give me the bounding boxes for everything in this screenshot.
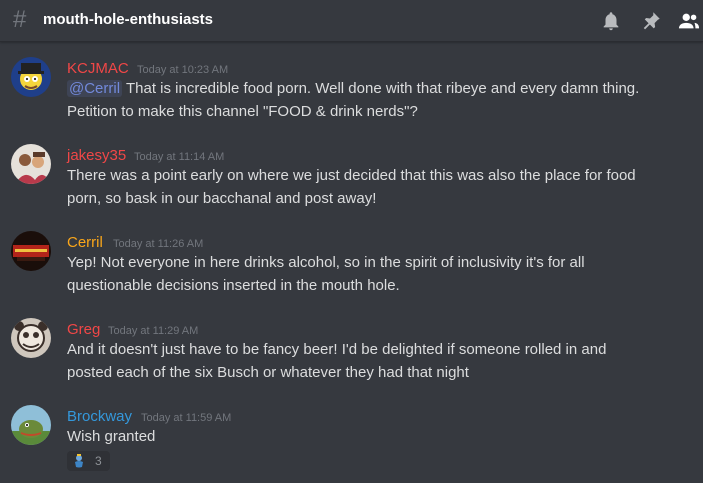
channel-header: # mouth-hole-enthusiasts	[0, 0, 703, 42]
message-line-1: There was a point early on where we just…	[67, 167, 636, 184]
user-mention[interactable]: @Cerril	[67, 80, 123, 97]
timestamp: Today at 10:23 AM	[137, 64, 229, 76]
avatar[interactable]	[11, 318, 51, 358]
timestamp: Today at 11:59 AM	[141, 412, 232, 424]
message-line-2: Petition to make this channel "FOOD & dr…	[67, 103, 418, 120]
channel-name: mouth-hole-enthusiasts	[43, 11, 214, 28]
pin-icon[interactable]	[640, 10, 662, 32]
reaction-count: 3	[95, 454, 102, 468]
avatar[interactable]	[11, 144, 51, 184]
message-line-2: questionable decisions inserted in the m…	[67, 277, 400, 294]
bell-icon[interactable]	[600, 10, 622, 32]
hash-icon: #	[13, 6, 27, 33]
avatar[interactable]	[11, 405, 51, 445]
author-name[interactable]: jakesy35	[67, 147, 126, 165]
genie-emoji-icon	[71, 453, 87, 469]
reaction-button[interactable]: 3	[67, 451, 110, 471]
avatar[interactable]	[11, 231, 51, 271]
message-text: That is incredible food porn. Well done …	[125, 80, 640, 97]
timestamp: Today at 11:14 AM	[134, 151, 225, 163]
timestamp: Today at 11:26 AM	[113, 238, 204, 250]
author-name[interactable]: Cerril	[67, 234, 103, 252]
message-line-2: posted each of the six Busch or whatever…	[67, 364, 469, 381]
author-name[interactable]: Greg	[67, 321, 100, 339]
avatar[interactable]	[11, 57, 51, 97]
author-name[interactable]: Brockway	[67, 408, 132, 426]
members-icon[interactable]	[678, 10, 700, 32]
author-name[interactable]: KCJMAC	[67, 60, 129, 78]
message-line-1: Wish granted	[67, 428, 156, 445]
timestamp: Today at 11:29 AM	[108, 325, 199, 337]
message-line-1: Yep! Not everyone in here drinks alcohol…	[67, 254, 585, 271]
message-line-1: @Cerril That is incredible food porn. We…	[67, 80, 639, 98]
message-line-2: porn, so bask in our bacchanal and post …	[67, 190, 377, 207]
message-line-1: And it doesn't just have to be fancy bee…	[67, 341, 607, 358]
